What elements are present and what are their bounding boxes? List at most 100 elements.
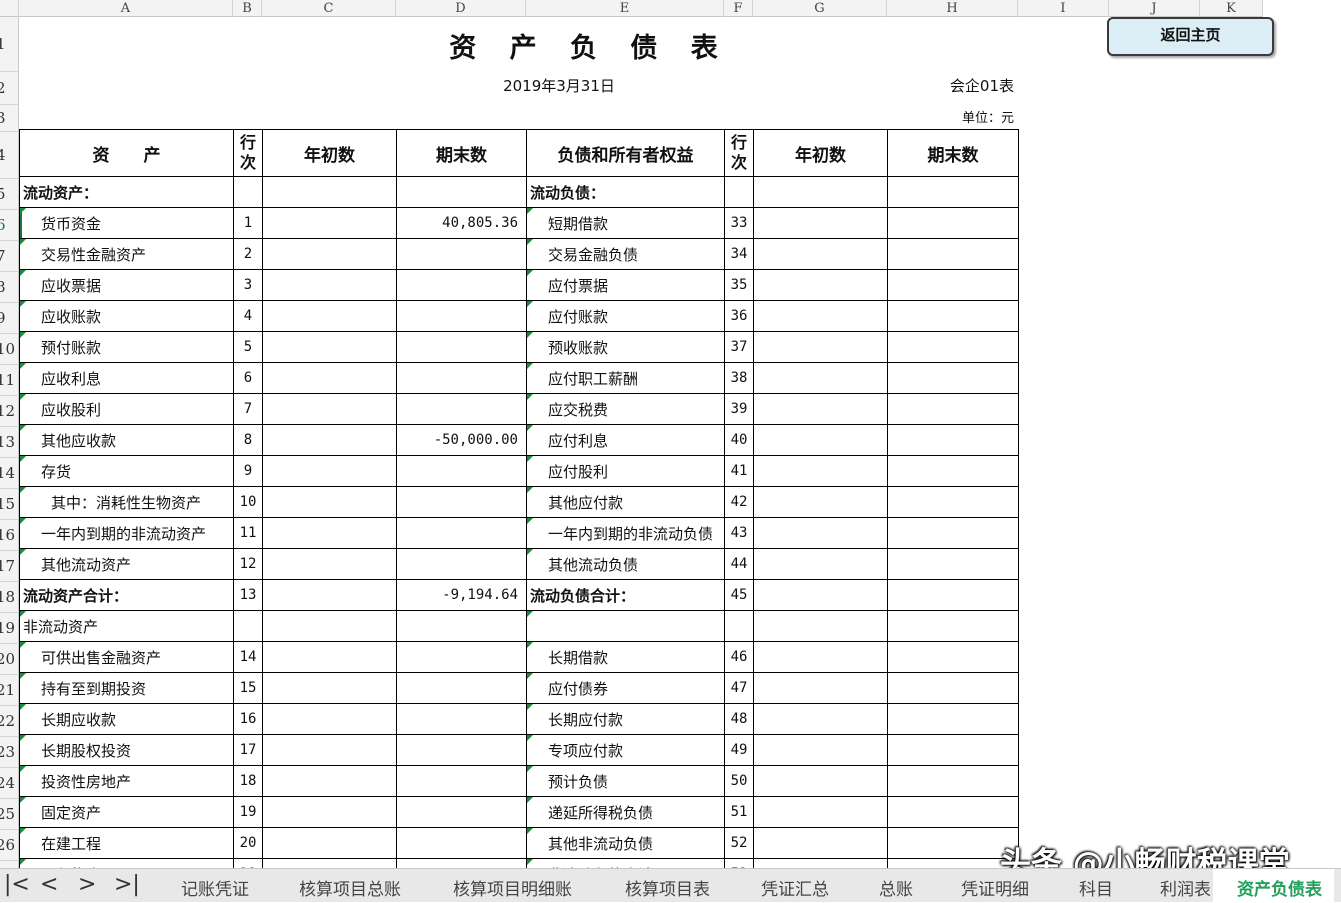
- asset-item[interactable]: 一年内到期的非流动资产: [19, 517, 234, 549]
- liability-begin-value[interactable]: [753, 703, 888, 735]
- asset-line-no[interactable]: 13: [233, 579, 263, 611]
- liability-end-value[interactable]: [887, 703, 1019, 735]
- asset-begin-value[interactable]: [262, 765, 397, 797]
- liability-line-no[interactable]: 33: [724, 207, 754, 239]
- liability-end-value[interactable]: [887, 331, 1019, 363]
- select-all-corner[interactable]: [0, 0, 19, 17]
- asset-end-value[interactable]: [396, 641, 527, 673]
- liability-item[interactable]: 非流动负债合计: [526, 858, 725, 868]
- liability-begin-value[interactable]: [753, 796, 888, 828]
- liability-begin-value[interactable]: [753, 393, 888, 425]
- row-header[interactable]: 19: [0, 613, 19, 644]
- first-sheet-icon[interactable]: |<: [4, 872, 30, 897]
- column-header-c[interactable]: C: [262, 0, 396, 17]
- liability-line-no[interactable]: 53: [724, 858, 754, 868]
- liability-begin-value[interactable]: [753, 362, 888, 394]
- asset-begin-value[interactable]: [262, 176, 397, 208]
- row-header[interactable]: 21: [0, 675, 19, 706]
- asset-begin-value[interactable]: [262, 734, 397, 766]
- liability-end-value[interactable]: [887, 641, 1019, 673]
- liability-begin-value[interactable]: [753, 238, 888, 270]
- liability-begin-value[interactable]: [753, 858, 888, 868]
- sheet-tab[interactable]: 核算项目表: [625, 875, 710, 900]
- asset-item[interactable]: 应收股利: [19, 393, 234, 425]
- asset-begin-value[interactable]: [262, 827, 397, 859]
- liability-begin-value[interactable]: [753, 424, 888, 456]
- asset-line-no[interactable]: 15: [233, 672, 263, 704]
- liability-line-no[interactable]: 51: [724, 796, 754, 828]
- liability-end-value[interactable]: [887, 610, 1019, 642]
- liability-end-value[interactable]: [887, 424, 1019, 456]
- asset-line-no[interactable]: 14: [233, 641, 263, 673]
- asset-begin-value[interactable]: [262, 238, 397, 270]
- asset-line-no[interactable]: 8: [233, 424, 263, 456]
- liability-item[interactable]: 应付账款: [526, 300, 725, 332]
- asset-end-value[interactable]: [396, 269, 527, 301]
- asset-line-no[interactable]: 2: [233, 238, 263, 270]
- asset-end-value[interactable]: [396, 610, 527, 642]
- asset-line-no[interactable]: 10: [233, 486, 263, 518]
- asset-line-no[interactable]: 6: [233, 362, 263, 394]
- liability-line-no[interactable]: 40: [724, 424, 754, 456]
- asset-end-value[interactable]: -50,000.00: [396, 424, 527, 456]
- column-header-a[interactable]: A: [19, 0, 233, 17]
- liability-item[interactable]: 长期应付款: [526, 703, 725, 735]
- liability-begin-value[interactable]: [753, 734, 888, 766]
- liability-line-no[interactable]: 36: [724, 300, 754, 332]
- asset-begin-value[interactable]: [262, 424, 397, 456]
- asset-begin-value[interactable]: [262, 331, 397, 363]
- liability-begin-value[interactable]: [753, 176, 888, 208]
- asset-item[interactable]: 可供出售金融资产: [19, 641, 234, 673]
- asset-line-no[interactable]: [233, 176, 263, 208]
- asset-begin-value[interactable]: [262, 858, 397, 868]
- liability-item[interactable]: 应付职工薪酬: [526, 362, 725, 394]
- asset-begin-value[interactable]: [262, 672, 397, 704]
- liability-begin-value[interactable]: [753, 486, 888, 518]
- liability-end-value[interactable]: [887, 300, 1019, 332]
- liability-end-value[interactable]: [887, 548, 1019, 580]
- column-header-e[interactable]: E: [526, 0, 724, 17]
- sheet-tab[interactable]: 核算项目总账: [299, 875, 401, 900]
- row-header[interactable]: 26: [0, 830, 19, 861]
- liability-begin-value[interactable]: [753, 641, 888, 673]
- liability-line-no[interactable]: [724, 176, 754, 208]
- asset-line-no[interactable]: 11: [233, 517, 263, 549]
- row-header[interactable]: 2: [0, 72, 19, 105]
- asset-item[interactable]: 非流动资产: [19, 610, 234, 642]
- asset-end-value[interactable]: [396, 703, 527, 735]
- row-header[interactable]: 18: [0, 582, 19, 613]
- liability-line-no[interactable]: 38: [724, 362, 754, 394]
- asset-end-value[interactable]: [396, 176, 527, 208]
- prev-sheet-icon[interactable]: <: [40, 872, 58, 897]
- row-header[interactable]: 25: [0, 799, 19, 830]
- liability-end-value[interactable]: [887, 486, 1019, 518]
- liability-begin-value[interactable]: [753, 455, 888, 487]
- liability-item[interactable]: 递延所得税负债: [526, 796, 725, 828]
- liability-end-value[interactable]: [887, 269, 1019, 301]
- row-header[interactable]: 13: [0, 427, 19, 458]
- asset-line-no[interactable]: [233, 610, 263, 642]
- asset-item[interactable]: 交易性金融资产: [19, 238, 234, 270]
- liability-item[interactable]: 长期借款: [526, 641, 725, 673]
- liability-item[interactable]: 其他非流动负债: [526, 827, 725, 859]
- liability-begin-value[interactable]: [753, 517, 888, 549]
- liability-begin-value[interactable]: [753, 300, 888, 332]
- liability-begin-value[interactable]: [753, 610, 888, 642]
- liability-line-no[interactable]: 49: [724, 734, 754, 766]
- row-header[interactable]: 8: [0, 272, 19, 303]
- liability-end-value[interactable]: [887, 734, 1019, 766]
- row-header[interactable]: 10: [0, 334, 19, 365]
- row-header[interactable]: 15: [0, 489, 19, 520]
- liability-begin-value[interactable]: [753, 269, 888, 301]
- asset-begin-value[interactable]: [262, 362, 397, 394]
- liability-item[interactable]: [526, 610, 725, 642]
- asset-item[interactable]: 货币资金: [19, 207, 234, 239]
- liability-item[interactable]: 应付利息: [526, 424, 725, 456]
- liability-begin-value[interactable]: [753, 207, 888, 239]
- liability-end-value[interactable]: [887, 796, 1019, 828]
- asset-end-value[interactable]: [396, 238, 527, 270]
- liability-end-value[interactable]: [887, 672, 1019, 704]
- asset-end-value[interactable]: [396, 827, 527, 859]
- asset-end-value[interactable]: [396, 486, 527, 518]
- asset-item[interactable]: 持有至到期投资: [19, 672, 234, 704]
